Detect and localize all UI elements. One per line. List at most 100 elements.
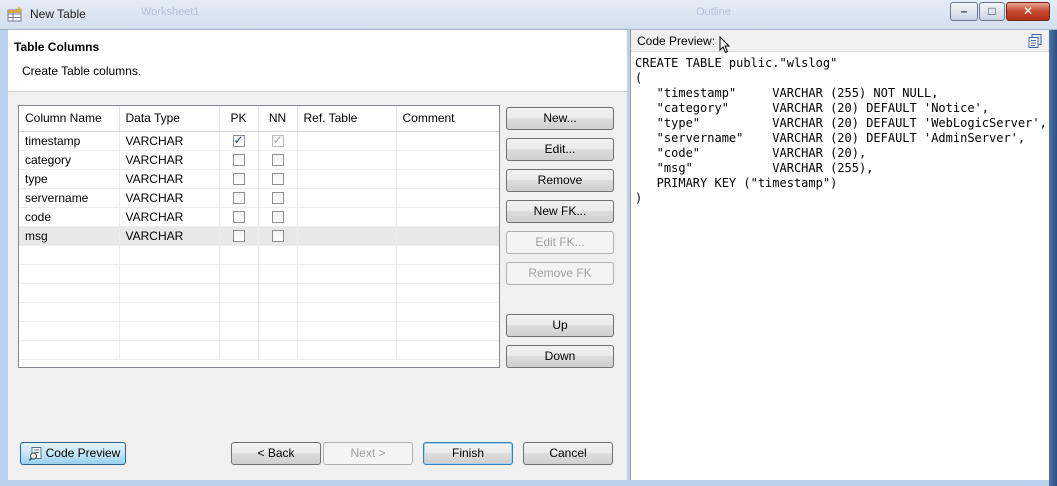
code-preview-title: Code Preview:	[637, 34, 716, 48]
empty-cell	[19, 264, 120, 284]
page-title: Table Columns	[14, 40, 100, 54]
title-bar: New Table Worksheet1 Outline – □ ✕	[0, 0, 1057, 30]
nn-checkbox[interactable]	[271, 173, 284, 186]
nn-cell	[258, 188, 298, 208]
column-header-comment[interactable]: Comment	[396, 106, 499, 132]
empty-table-row	[19, 321, 499, 341]
column-header-name[interactable]: Column Name	[19, 106, 120, 132]
column-header-pk[interactable]: PK	[219, 106, 259, 132]
pk-checkbox[interactable]	[232, 211, 245, 224]
nn-checkbox[interactable]	[271, 133, 284, 148]
data-type-cell: VARCHAR	[119, 207, 220, 227]
empty-cell	[258, 340, 298, 360]
nn-checkbox[interactable]	[271, 211, 284, 224]
empty-cell	[119, 245, 220, 265]
empty-table-row	[19, 302, 499, 322]
empty-table-row	[19, 283, 499, 303]
back-button[interactable]: < Back	[231, 442, 321, 465]
data-type-cell: VARCHAR	[119, 169, 220, 189]
pk-cell	[219, 226, 259, 246]
column-header-ref-table[interactable]: Ref. Table	[297, 106, 397, 132]
empty-cell	[219, 245, 259, 265]
new-fk-button[interactable]: New FK...	[506, 200, 614, 223]
next-button[interactable]: Next >	[323, 442, 413, 465]
empty-cell	[119, 302, 220, 322]
maximize-button[interactable]: □	[979, 2, 1005, 21]
empty-cell	[396, 283, 499, 303]
table-row[interactable]: category VARCHAR	[19, 150, 499, 170]
mouse-cursor-icon	[719, 36, 731, 54]
comment-cell	[396, 188, 499, 208]
comment-cell	[396, 131, 499, 151]
pk-cell	[219, 150, 259, 170]
empty-cell	[119, 264, 220, 284]
empty-cell	[396, 302, 499, 322]
column-name-cell: code	[19, 207, 120, 227]
empty-cell	[258, 264, 298, 284]
copy-icon[interactable]	[1028, 34, 1042, 48]
column-header-nn[interactable]: NN	[258, 106, 298, 132]
finish-button[interactable]: Finish	[423, 442, 513, 465]
table-row[interactable]: servername VARCHAR	[19, 188, 499, 208]
pk-cell	[219, 207, 259, 227]
pk-checkbox[interactable]	[232, 154, 245, 167]
empty-cell	[19, 321, 120, 341]
empty-cell	[297, 302, 397, 322]
pk-checkbox[interactable]	[232, 192, 245, 205]
pk-checkbox[interactable]	[232, 133, 245, 148]
empty-cell	[219, 321, 259, 341]
minimize-button[interactable]: –	[950, 2, 978, 21]
new-column-button[interactable]: New...	[506, 107, 614, 130]
code-preview-header: Code Preview:	[631, 30, 1049, 54]
remove-column-button[interactable]: Remove	[506, 169, 614, 192]
comment-cell	[396, 226, 499, 246]
ref-table-cell	[297, 188, 397, 208]
close-button[interactable]: ✕	[1006, 2, 1050, 21]
code-preview-button[interactable]: Code Preview	[20, 442, 126, 465]
table-row[interactable]: msg VARCHAR	[19, 226, 499, 246]
ref-table-cell	[297, 226, 397, 246]
empty-table-row	[19, 264, 499, 284]
window-frame	[1049, 30, 1057, 486]
empty-cell	[219, 264, 259, 284]
wizard-page: Table Columns Create Table columns. Colu…	[8, 30, 627, 480]
column-name-cell: servername	[19, 188, 120, 208]
table-row[interactable]: code VARCHAR	[19, 207, 499, 227]
pk-cell	[219, 188, 259, 208]
column-name-cell: msg	[19, 226, 120, 246]
nn-checkbox[interactable]	[271, 230, 284, 243]
empty-cell	[19, 283, 120, 303]
empty-cell	[219, 283, 259, 303]
empty-cell	[219, 340, 259, 360]
comment-cell	[396, 207, 499, 227]
move-up-button[interactable]: Up	[506, 314, 614, 337]
ref-table-cell	[297, 207, 397, 227]
pk-checkbox[interactable]	[232, 230, 245, 243]
empty-cell	[297, 340, 397, 360]
nn-cell	[258, 169, 298, 189]
table-row[interactable]: timestamp VARCHAR	[19, 131, 499, 151]
empty-cell	[297, 283, 397, 303]
sql-code-preview[interactable]: CREATE TABLE public."wlslog" ( "timestam…	[635, 56, 1047, 206]
empty-cell	[396, 340, 499, 360]
move-down-button[interactable]: Down	[506, 345, 614, 368]
nn-cell	[258, 226, 298, 246]
wizard-header: Table Columns Create Table columns.	[8, 30, 627, 92]
code-preview-icon	[29, 447, 42, 461]
column-header-type[interactable]: Data Type	[119, 106, 220, 132]
new-table-icon	[7, 6, 23, 22]
column-name-cell: type	[19, 169, 120, 189]
table-row[interactable]: type VARCHAR	[19, 169, 499, 189]
empty-cell	[19, 302, 120, 322]
empty-cell	[119, 340, 220, 360]
cancel-button[interactable]: Cancel	[523, 442, 613, 465]
edit-column-button[interactable]: Edit...	[506, 138, 614, 161]
columns-table[interactable]: Column Name Data Type PK NN Ref. Table C…	[18, 105, 500, 368]
pk-checkbox[interactable]	[232, 173, 245, 186]
edit-fk-button[interactable]: Edit FK...	[506, 231, 614, 254]
nn-checkbox[interactable]	[271, 192, 284, 205]
empty-cell	[19, 245, 120, 265]
empty-cell	[297, 264, 397, 284]
remove-fk-button[interactable]: Remove FK	[506, 262, 614, 285]
nn-checkbox[interactable]	[271, 154, 284, 167]
